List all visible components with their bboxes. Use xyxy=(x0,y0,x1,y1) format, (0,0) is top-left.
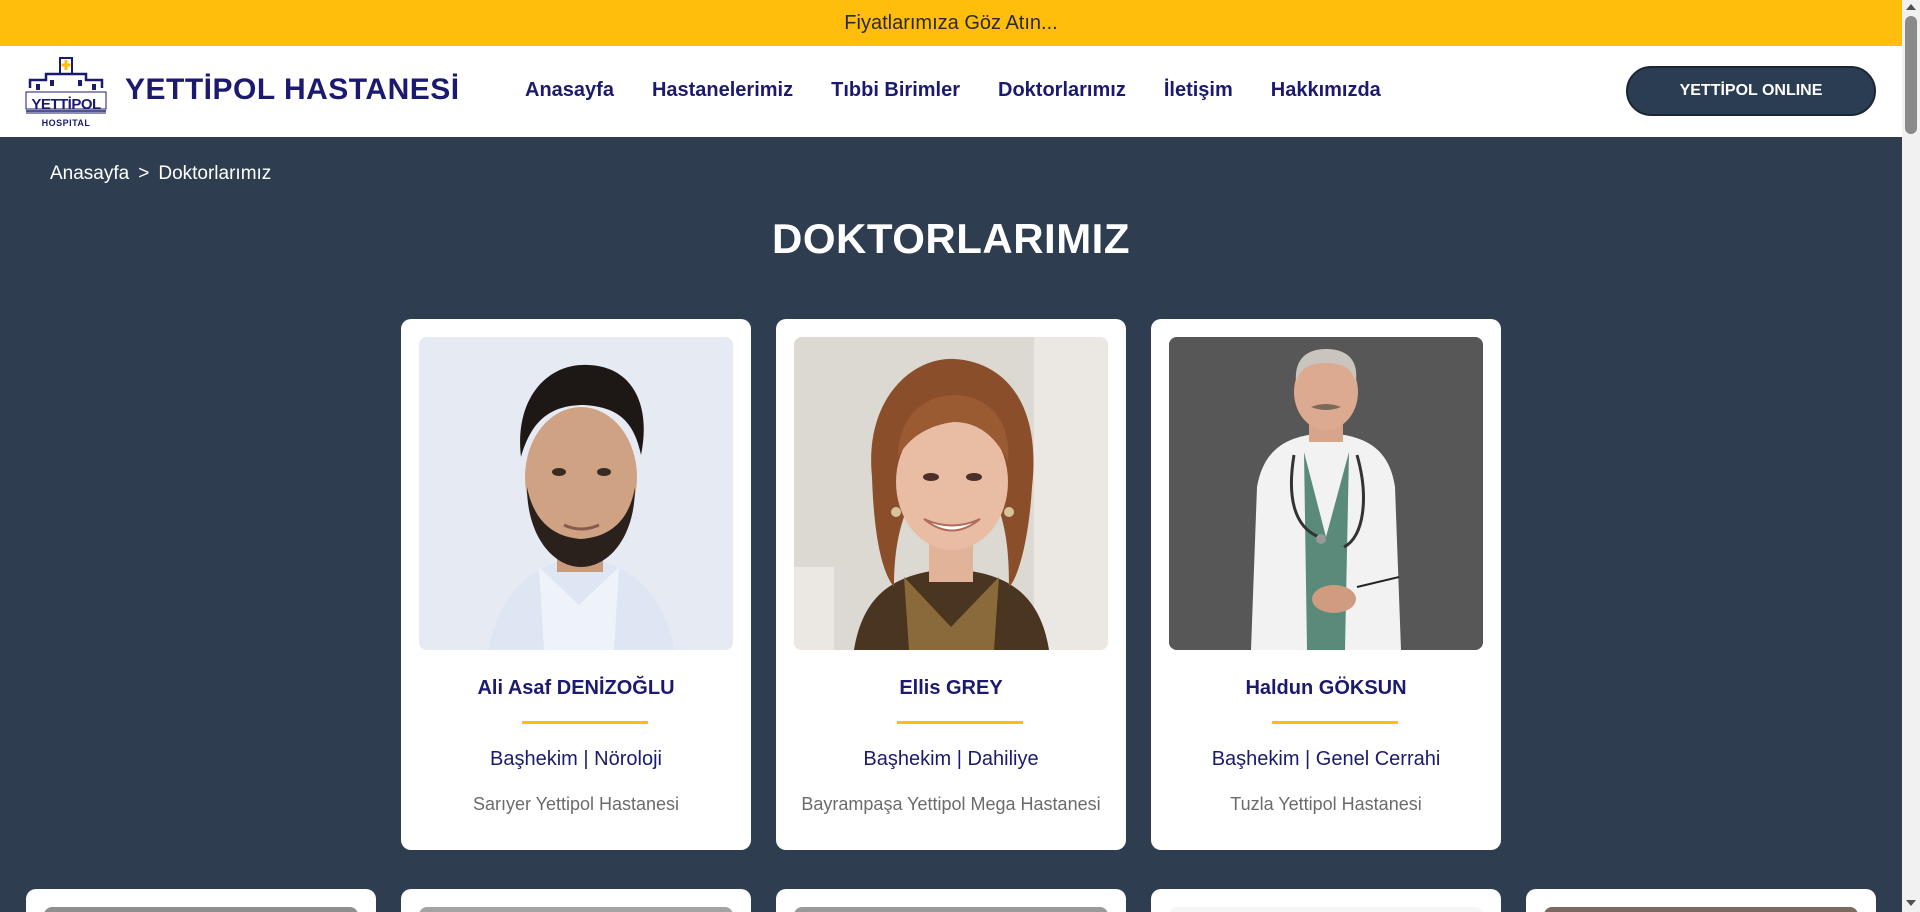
main-nav: Anasayfa Hastanelerimiz Tıbbi Birimler D… xyxy=(525,79,1419,102)
doctor-hospital: Sarıyer Yettipol Hastanesi xyxy=(472,794,680,814)
doctor-photo xyxy=(1169,337,1483,650)
scroll-down-arrow-icon[interactable] xyxy=(1906,900,1916,906)
page-title: DOKTORLARIMIZ xyxy=(771,215,1131,262)
doctor-photo xyxy=(419,337,733,650)
breadcrumb-current: Doktorlarımız xyxy=(158,163,272,184)
doctor-name: Ali Asaf DENİZOĞLU xyxy=(477,677,675,699)
doctor-name: Haldun GÖKSUN xyxy=(1245,677,1407,699)
announcement-link[interactable]: Fiyatlarımıza Göz Atın... xyxy=(844,12,1057,35)
doctor-photo xyxy=(419,907,733,912)
doctor-photo xyxy=(1169,907,1483,912)
doctor-photo xyxy=(44,907,358,912)
doctor-card[interactable] xyxy=(776,889,1126,912)
announcement-bar: Fiyatlarımıza Göz Atın... xyxy=(0,0,1902,46)
name-divider xyxy=(897,721,1023,724)
doctor-photo xyxy=(1544,907,1858,912)
doctor-hospital: Bayrampaşa Yettipol Mega Hastanesi xyxy=(801,794,1101,814)
nav-item-hakkimizda[interactable]: Hakkımızda xyxy=(1271,79,1381,102)
doctor-title: Başhekim | Nöroloji xyxy=(490,748,662,770)
breadcrumb: Anasayfa > Doktorlarımız xyxy=(50,163,271,185)
online-button[interactable]: YETTİPOL ONLINE xyxy=(1626,66,1876,116)
doctor-photo xyxy=(794,907,1108,912)
breadcrumb-separator: > xyxy=(138,163,150,184)
nav-item-hastanelerimiz[interactable]: Hastanelerimiz xyxy=(652,79,793,102)
logo-text-line1: YETTİPOL xyxy=(31,96,101,113)
doctor-card[interactable] xyxy=(401,889,751,912)
nav-item-anasayfa[interactable]: Anasayfa xyxy=(525,79,614,102)
scroll-thumb[interactable] xyxy=(1905,16,1917,134)
doctor-photo xyxy=(794,337,1108,650)
nav-item-tibbi-birimler[interactable]: Tıbbi Birimler xyxy=(831,79,960,102)
name-divider xyxy=(522,721,648,724)
logo-text-line2: HOSPITAL xyxy=(41,118,91,128)
doctor-name: Ellis GREY xyxy=(899,677,1003,699)
page-scrollbar[interactable] xyxy=(1902,0,1920,912)
scroll-up-arrow-icon[interactable] xyxy=(1906,4,1916,10)
site-header: YETTİPOL HOSPITAL YETTİPOL HASTANESİ Ana… xyxy=(0,46,1902,137)
name-divider xyxy=(1272,721,1398,724)
doctor-title: Başhekim | Genel Cerrahi xyxy=(1211,748,1441,770)
brand-title[interactable]: YETTİPOL HASTANESİ xyxy=(125,73,460,107)
doctor-card[interactable]: Haldun GÖKSUN Başhekim | Genel Cerrahi T… xyxy=(1151,319,1501,850)
doctor-card[interactable]: Ellis GREY Başhekim | Dahiliye Bayrampaş… xyxy=(776,319,1126,850)
doctor-card[interactable] xyxy=(1526,889,1876,912)
doctor-title: Başhekim | Dahiliye xyxy=(863,748,1039,770)
doctor-card[interactable] xyxy=(1151,889,1501,912)
doctor-hospital: Tuzla Yettipol Hastanesi xyxy=(1230,794,1422,814)
nav-item-iletisim[interactable]: İletişim xyxy=(1164,79,1233,102)
doctor-card[interactable]: Ali Asaf DENİZOĞLU Başhekim | Nöroloji S… xyxy=(401,319,751,850)
breadcrumb-home[interactable]: Anasayfa xyxy=(50,163,129,185)
nav-item-doktorlarimiz[interactable]: Doktorlarımız xyxy=(998,79,1126,102)
doctor-card[interactable] xyxy=(26,889,376,912)
